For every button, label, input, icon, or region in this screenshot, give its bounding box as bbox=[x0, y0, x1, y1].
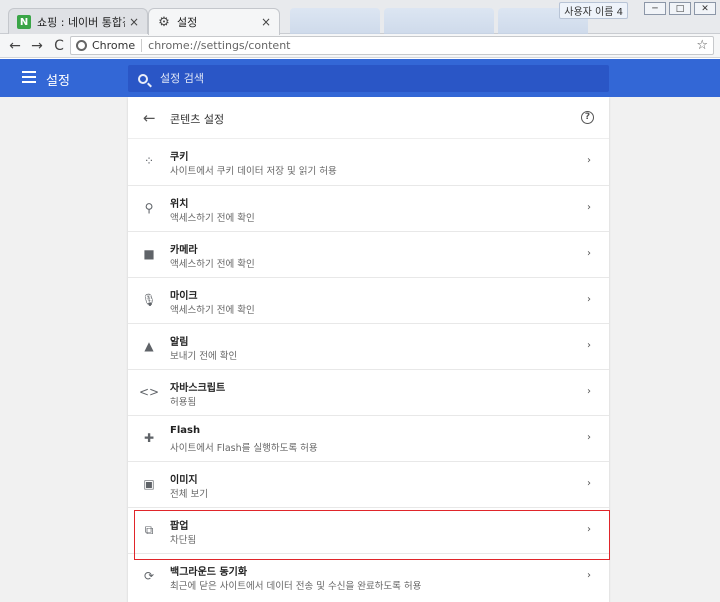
item-name: Flash bbox=[170, 425, 201, 436]
tab-title: 쇼핑 : 네이버 통합검색 bbox=[37, 16, 125, 29]
list-item[interactable]: ▲ 알림보내기 전에 확인 › bbox=[128, 323, 609, 369]
browser-toolbar: ← → C Chrome chrome://settings/content ☆ bbox=[0, 34, 720, 58]
cookie-icon: ⁘ bbox=[143, 154, 155, 168]
chevron-right-icon: › bbox=[587, 202, 591, 213]
list-item[interactable]: 🎙 마이크액세스하기 전에 확인 › bbox=[128, 277, 609, 323]
item-description: 허용됨 bbox=[170, 397, 197, 408]
item-description: 최근에 닫은 사이트에서 데이터 전송 및 수신을 완료하도록 허용 bbox=[170, 581, 422, 592]
minimize-button[interactable]: ─ bbox=[644, 2, 666, 15]
code-icon: <> bbox=[138, 385, 160, 399]
address-bar[interactable]: Chrome chrome://settings/content ☆ bbox=[70, 36, 714, 55]
location-icon: ⚲ bbox=[144, 201, 154, 215]
bell-icon: ▲ bbox=[144, 339, 154, 353]
chevron-right-icon: › bbox=[587, 386, 591, 397]
site-chip[interactable]: Chrome bbox=[76, 39, 135, 52]
chevron-right-icon: › bbox=[587, 432, 591, 443]
naver-icon: N bbox=[17, 15, 31, 29]
background-window-tab bbox=[290, 8, 380, 34]
chevron-right-icon: › bbox=[587, 570, 591, 581]
sync-icon: ⟳ bbox=[143, 569, 155, 583]
chevron-right-icon: › bbox=[587, 248, 591, 259]
item-name: 알림 bbox=[170, 337, 189, 348]
item-description: 액세스하기 전에 확인 bbox=[170, 213, 255, 224]
back-arrow-icon[interactable]: ← bbox=[143, 109, 156, 127]
tab-naver-shopping[interactable]: N 쇼핑 : 네이버 통합검색 × bbox=[8, 8, 148, 35]
camera-icon: ■ bbox=[143, 247, 155, 261]
bookmark-star-icon[interactable]: ☆ bbox=[696, 38, 708, 53]
list-item[interactable]: ⁘ 쿠키사이트에서 쿠키 데이터 저장 및 읽기 허용 › bbox=[128, 139, 609, 185]
item-name: 백그라운드 동기화 bbox=[170, 567, 248, 578]
chevron-right-icon: › bbox=[587, 155, 591, 166]
window-controls: ─ □ ✕ bbox=[644, 2, 716, 15]
item-name: 카메라 bbox=[170, 245, 198, 256]
help-icon[interactable]: ? bbox=[581, 111, 594, 124]
tab-strip: N 쇼핑 : 네이버 통합검색 × ⚙ 설정 × 사용자 이름 4 ─ □ ✕ bbox=[0, 0, 720, 35]
list-item[interactable]: ■ 카메라액세스하기 전에 확인 › bbox=[128, 231, 609, 277]
menu-icon[interactable] bbox=[22, 71, 36, 83]
site-chip-label: Chrome bbox=[92, 39, 136, 52]
tab-settings[interactable]: ⚙ 설정 × bbox=[148, 8, 280, 35]
maximize-button[interactable]: □ bbox=[669, 2, 691, 15]
list-item[interactable]: <> 자바스크립트허용됨 › bbox=[128, 369, 609, 415]
item-description: 액세스하기 전에 확인 bbox=[170, 259, 255, 270]
image-icon: ▣ bbox=[143, 477, 155, 491]
close-tab-icon[interactable]: × bbox=[261, 15, 271, 29]
item-name: 위치 bbox=[170, 199, 189, 210]
item-name: 마이크 bbox=[170, 291, 198, 302]
forward-button[interactable]: → bbox=[26, 38, 48, 54]
highlight-box bbox=[134, 510, 610, 560]
background-window-tab bbox=[384, 8, 494, 34]
item-name: 자바스크립트 bbox=[170, 383, 226, 394]
search-input[interactable] bbox=[160, 72, 560, 85]
item-description: 전체 보기 bbox=[170, 489, 208, 500]
tab-title: 설정 bbox=[177, 16, 198, 29]
puzzle-icon: ✚ bbox=[143, 431, 155, 445]
gear-icon: ⚙ bbox=[158, 14, 170, 30]
item-name: 쿠키 bbox=[170, 152, 189, 163]
list-item[interactable]: ⚲ 위치액세스하기 전에 확인 › bbox=[128, 185, 609, 231]
settings-header: 설정 bbox=[0, 59, 720, 97]
chevron-right-icon: › bbox=[587, 340, 591, 351]
list-item[interactable]: ▣ 이미지전체 보기 › bbox=[128, 461, 609, 507]
page-title: 설정 bbox=[46, 74, 70, 89]
reload-button[interactable]: C bbox=[48, 38, 70, 54]
item-name: 이미지 bbox=[170, 475, 198, 486]
chrome-icon bbox=[76, 40, 87, 51]
chevron-right-icon: › bbox=[587, 478, 591, 489]
close-window-button[interactable]: ✕ bbox=[694, 2, 716, 15]
item-description: 사이트에서 쿠키 데이터 저장 및 읽기 허용 bbox=[170, 166, 337, 177]
divider bbox=[141, 39, 143, 52]
card-header: ← 콘텐츠 설정 ? bbox=[128, 97, 609, 139]
search-icon bbox=[138, 73, 148, 84]
close-tab-icon[interactable]: × bbox=[129, 15, 139, 29]
item-description: 액세스하기 전에 확인 bbox=[170, 305, 255, 316]
back-button[interactable]: ← bbox=[4, 38, 26, 54]
microphone-icon: 🎙 bbox=[141, 293, 157, 307]
list-item[interactable]: ✚ Flash 사이트에서 Flash를 실행하도록 허용 › bbox=[128, 415, 609, 461]
item-description: 보내기 전에 확인 bbox=[170, 351, 238, 362]
profile-button[interactable]: 사용자 이름 4 bbox=[559, 2, 628, 19]
settings-search[interactable] bbox=[128, 65, 609, 92]
chevron-right-icon: › bbox=[587, 294, 591, 305]
section-title: 콘텐츠 설정 bbox=[170, 113, 225, 126]
url-text[interactable]: chrome://settings/content bbox=[148, 39, 696, 52]
item-description: 사이트에서 Flash를 실행하도록 허용 bbox=[170, 443, 318, 454]
